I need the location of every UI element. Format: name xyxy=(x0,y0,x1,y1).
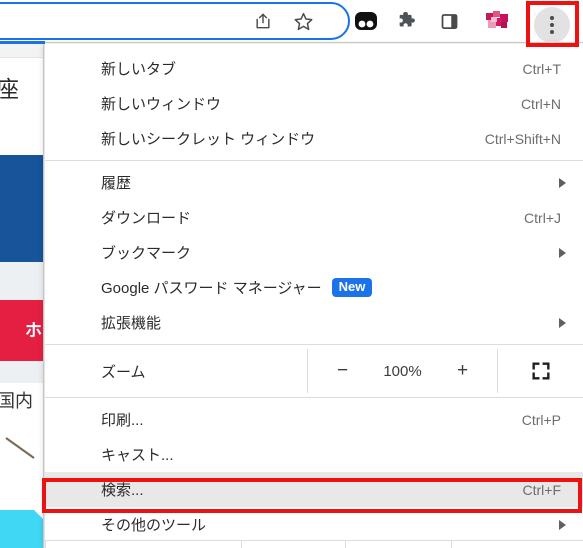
menu-item-label: 拡張機能 xyxy=(101,315,162,332)
browser-toolbar xyxy=(0,0,583,44)
chevron-right-icon xyxy=(559,317,566,328)
menu-item-new-window[interactable]: 新しいウィンドウ Ctrl+N xyxy=(45,86,583,121)
menu-item-accel: Ctrl+F xyxy=(522,481,562,498)
menu-item-history[interactable]: 履歴 xyxy=(45,165,583,200)
chevron-right-icon xyxy=(559,177,566,188)
zoom-in-button[interactable]: + xyxy=(440,360,486,382)
share-icon[interactable] xyxy=(248,6,278,36)
menu-bottom-tick-2 xyxy=(241,541,242,548)
chevron-right-icon xyxy=(559,247,566,258)
fullscreen-button[interactable] xyxy=(497,349,583,393)
zoom-controls: − 100% + xyxy=(307,349,497,393)
extensions-puzzle-icon[interactable] xyxy=(392,6,422,36)
menu-item-label: 印刷... xyxy=(101,412,144,429)
sidebar-red-text: ホ xyxy=(25,321,42,340)
bookmark-star-icon[interactable] xyxy=(288,6,318,36)
menu-item-label: 新しいウィンドウ xyxy=(101,96,222,113)
menu-item-label: ダウンロード xyxy=(101,210,192,227)
side-panel-icon[interactable] xyxy=(434,6,464,36)
menu-separator-4 xyxy=(45,540,583,541)
menu-row-zoom: ズーム − 100% + xyxy=(45,349,583,393)
menu-item-label: ブックマーク xyxy=(101,245,192,262)
menu-item-label: その他のツール xyxy=(101,517,207,534)
menu-item-extensions[interactable]: 拡張機能 xyxy=(45,305,583,340)
sidebar-gray-block-1 xyxy=(0,262,43,300)
menu-item-label: 新しいタブ xyxy=(101,61,177,78)
sidebar-text-1: 座 xyxy=(0,78,43,101)
profile-avatar-icon[interactable] xyxy=(482,6,512,36)
menu-item-accel: Ctrl+P xyxy=(521,411,561,428)
sidebar-text-2: 国内 xyxy=(0,391,33,411)
active-tab-indicator xyxy=(0,41,45,44)
menu-item-more-tools[interactable]: その他のツール xyxy=(45,507,583,542)
sidebar-slash-decoration xyxy=(5,437,35,459)
menu-separator-1 xyxy=(45,160,583,161)
menu-item-downloads[interactable]: ダウンロード Ctrl+J xyxy=(45,200,583,235)
kebab-dot-3 xyxy=(550,30,554,34)
menu-item-find[interactable]: 検索... Ctrl+F xyxy=(45,472,583,507)
zoom-percent-value: 100% xyxy=(383,362,422,380)
kebab-dot-1 xyxy=(550,16,554,20)
menu-item-label: 新しいシークレット ウィンドウ xyxy=(101,131,316,148)
menu-item-print[interactable]: 印刷... Ctrl+P xyxy=(45,402,583,437)
browser-screenshot: 座 ホ 国内 xyxy=(0,0,583,548)
menu-bottom-tick-3 xyxy=(345,541,346,548)
menu-item-password-manager[interactable]: Google パスワード マネージャー New xyxy=(45,270,583,305)
menu-item-accel: Ctrl+T xyxy=(522,60,562,77)
chevron-right-icon xyxy=(559,519,566,530)
sidebar-top-strip xyxy=(0,44,43,58)
sidebar-blue-block xyxy=(0,155,43,262)
sidebar-cyan-block xyxy=(0,510,43,548)
menu-item-bookmarks[interactable]: ブックマーク xyxy=(45,235,583,270)
menu-item-cast[interactable]: キャスト... xyxy=(45,437,583,472)
menu-item-label: 検索... xyxy=(101,482,144,499)
menu-bottom-tick-1 xyxy=(45,541,46,548)
zoom-out-button[interactable]: − xyxy=(320,360,366,382)
new-badge: New xyxy=(331,277,373,298)
sidebar-red-block: ホ xyxy=(0,300,43,361)
sidebar-cyan-notch xyxy=(34,510,43,520)
menu-item-label: Google パスワード マネージャー xyxy=(101,280,322,297)
menu-item-accel: Ctrl+N xyxy=(520,95,561,112)
chrome-main-menu: 新しいタブ Ctrl+T 新しいウィンドウ Ctrl+N 新しいシークレット ウ… xyxy=(44,44,583,548)
chrome-menu-button[interactable] xyxy=(534,7,570,43)
page-left-sidebar: 座 ホ 国内 xyxy=(0,44,44,548)
menu-item-accel: Ctrl+Shift+N xyxy=(484,130,561,147)
menu-item-new-incognito-window[interactable]: 新しいシークレット ウィンドウ Ctrl+Shift+N xyxy=(45,121,583,156)
menu-bottom-tick-4 xyxy=(451,541,452,548)
menu-item-label: 履歴 xyxy=(101,175,132,192)
menu-item-label: キャスト... xyxy=(101,447,174,464)
extension-pin-goggles-icon[interactable] xyxy=(351,6,381,36)
menu-separator-2 xyxy=(45,344,583,345)
sidebar-gray-block-2 xyxy=(0,361,43,383)
menu-item-new-tab[interactable]: 新しいタブ Ctrl+T xyxy=(45,51,583,86)
kebab-dot-2 xyxy=(550,23,554,27)
menu-item-accel: Ctrl+J xyxy=(524,209,561,226)
zoom-label: ズーム xyxy=(101,363,146,381)
menu-separator-3 xyxy=(45,397,583,398)
menu-top-padding xyxy=(45,44,583,51)
